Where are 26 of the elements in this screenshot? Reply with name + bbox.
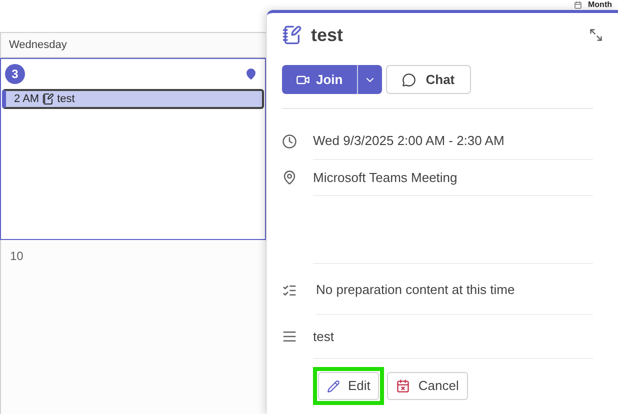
calendar-cancel-icon bbox=[396, 379, 410, 393]
expand-icon[interactable] bbox=[589, 28, 603, 42]
event-location: Microsoft Teams Meeting bbox=[313, 160, 593, 196]
day-number: 10 bbox=[9, 248, 24, 265]
pencil-icon bbox=[327, 380, 340, 392]
notes-icon bbox=[42, 93, 54, 105]
day-cell[interactable]: 3 2 AM test bbox=[0, 58, 266, 240]
calendar-icon bbox=[574, 0, 582, 8]
event-title: test bbox=[311, 24, 344, 46]
notes-icon bbox=[282, 25, 302, 45]
description-icon bbox=[282, 329, 297, 344]
clock-icon bbox=[282, 134, 297, 149]
day-header: Wednesday bbox=[0, 32, 266, 58]
day-number: 3 bbox=[5, 64, 25, 84]
chat-button[interactable]: Chat bbox=[386, 65, 471, 94]
chat-icon bbox=[402, 72, 416, 86]
preparation-text: No preparation content at this time bbox=[316, 266, 593, 314]
edit-button[interactable]: Edit bbox=[318, 372, 380, 400]
event-time: Wed 9/3/2025 2:00 AM - 2:30 AM bbox=[313, 123, 593, 160]
location-icon bbox=[282, 170, 297, 186]
event-description: test bbox=[313, 314, 593, 359]
list-icon bbox=[282, 282, 297, 298]
pin-icon bbox=[245, 68, 257, 80]
view-switcher[interactable]: Month bbox=[588, 0, 612, 9]
calendar-event[interactable]: 2 AM test bbox=[2, 89, 264, 109]
cancel-button[interactable]: Cancel bbox=[387, 372, 468, 400]
